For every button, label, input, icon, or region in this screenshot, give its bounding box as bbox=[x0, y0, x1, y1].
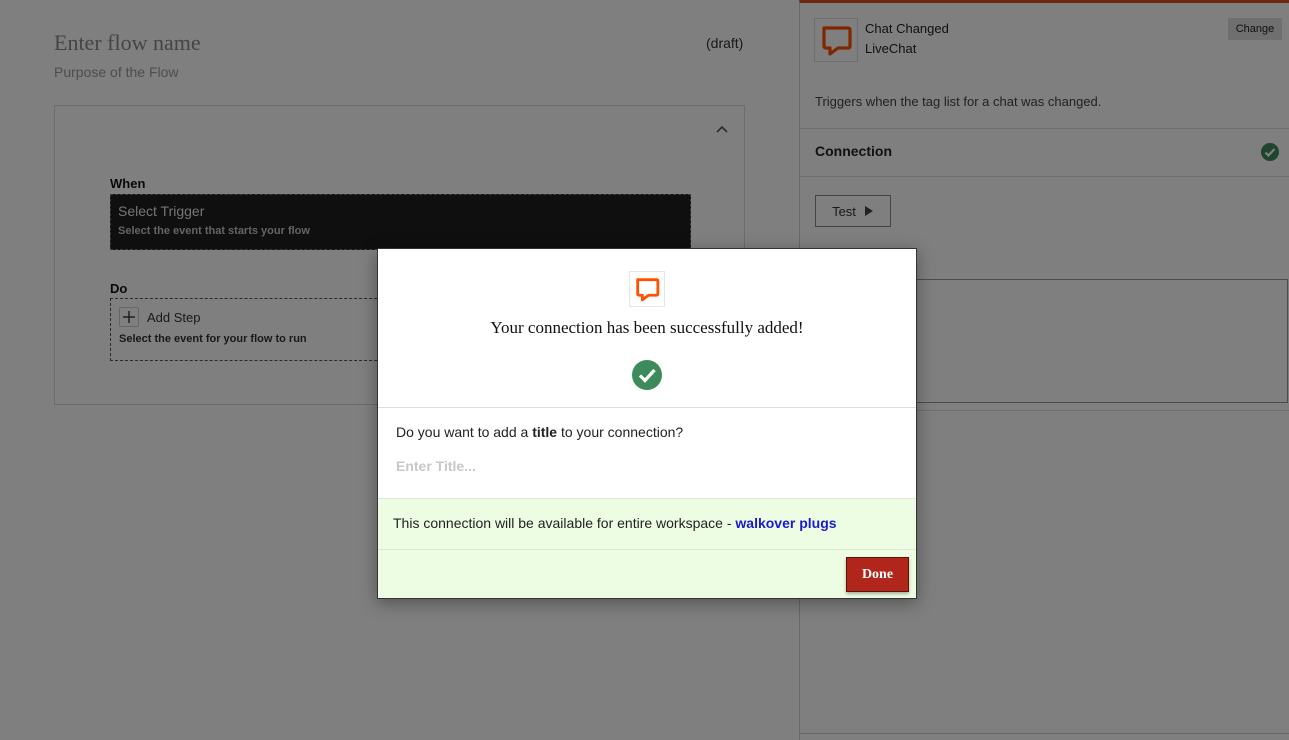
divider bbox=[378, 407, 916, 408]
workspace-text-prefix: This connection will be available for en… bbox=[393, 515, 736, 531]
workspace-section: This connection will be available for en… bbox=[378, 498, 916, 598]
connection-title-input[interactable] bbox=[396, 455, 896, 477]
connection-success-modal: Your connection has been successfully ad… bbox=[377, 248, 917, 599]
question-prefix: Do you want to add a bbox=[396, 424, 533, 440]
workspace-text: This connection will be available for en… bbox=[393, 515, 837, 531]
livechat-logo-icon bbox=[636, 278, 660, 302]
question-bold: title bbox=[532, 424, 558, 440]
modal-title: Your connection has been successfully ad… bbox=[490, 318, 804, 337]
title-question: Do you want to add a title to your conne… bbox=[396, 424, 683, 440]
question-suffix: to your connection? bbox=[557, 424, 684, 440]
divider bbox=[378, 549, 916, 550]
app-logo bbox=[629, 271, 665, 307]
done-button[interactable]: Done bbox=[846, 557, 909, 592]
workspace-link[interactable]: walkover plugs bbox=[735, 515, 836, 531]
check-circle-icon bbox=[632, 360, 662, 390]
